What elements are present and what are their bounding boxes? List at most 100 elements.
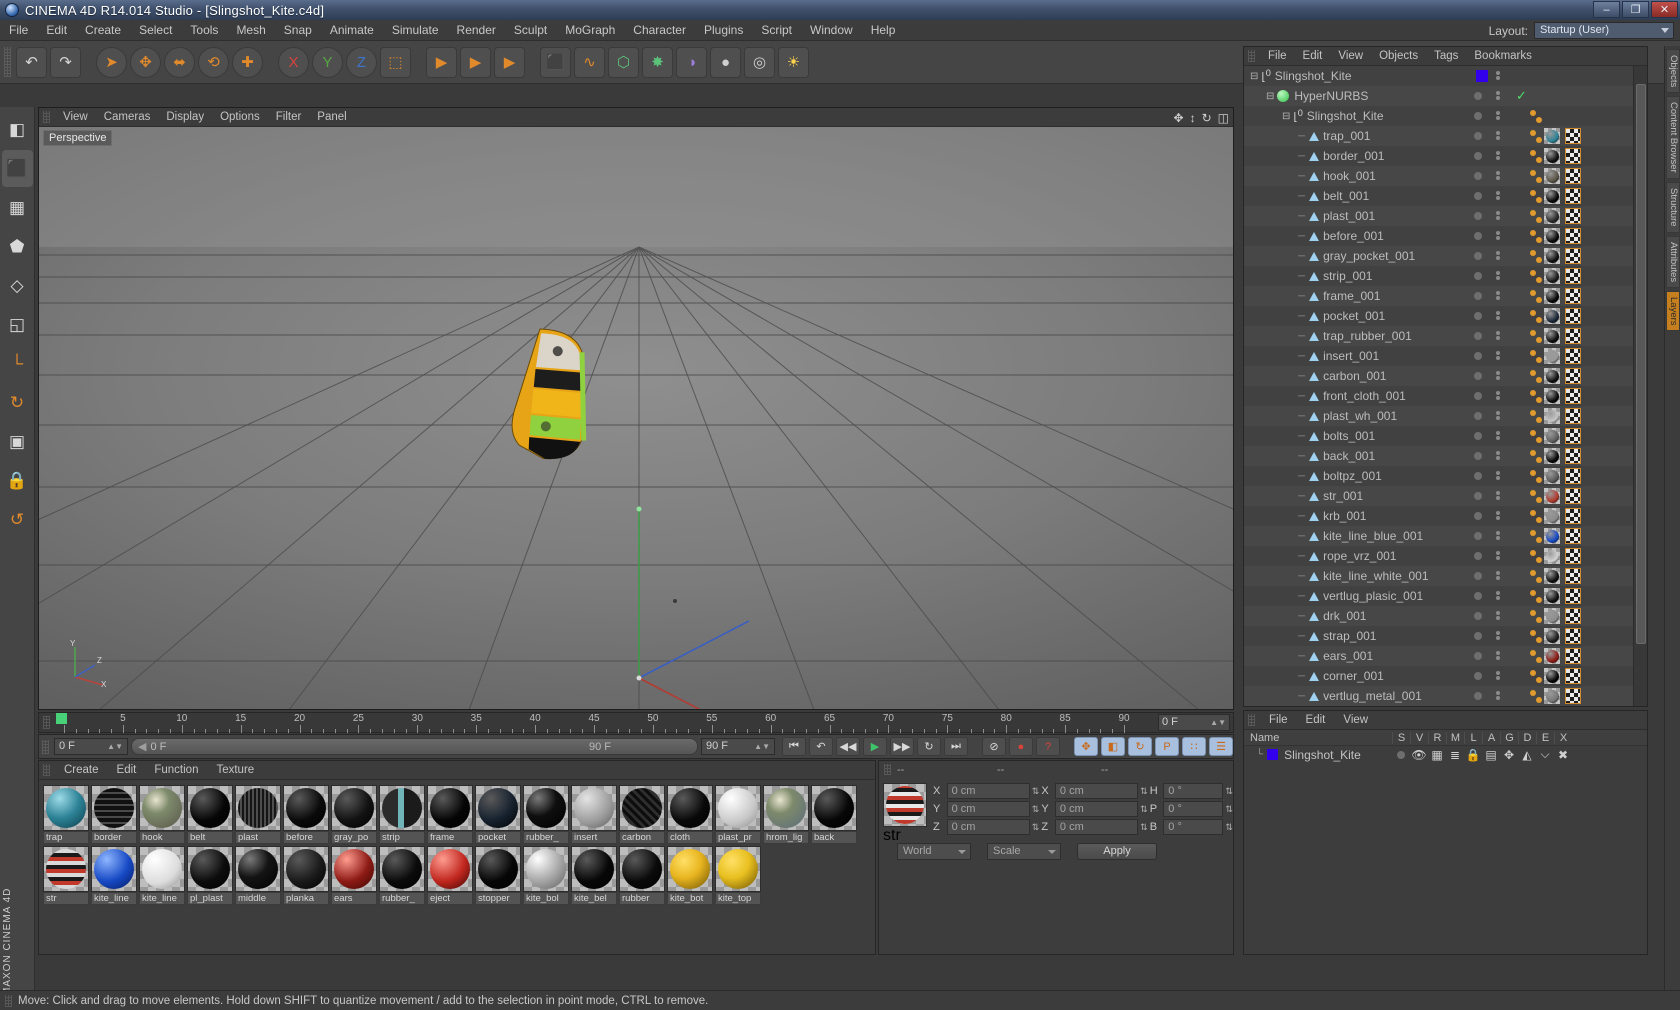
stepper-icon[interactable]: ⇅ <box>1225 786 1233 797</box>
material-swatch[interactable] <box>667 785 713 831</box>
stepper-icon[interactable]: ▲▼ <box>1210 715 1226 730</box>
render-visibility-dot[interactable] <box>1496 191 1500 195</box>
expand-toggle[interactable]: ⊟ <box>1266 91 1274 102</box>
render-visibility-dot[interactable] <box>1496 551 1500 555</box>
render-visibility-dot[interactable] <box>1496 571 1500 575</box>
texture-tag[interactable] <box>1565 528 1581 544</box>
object-menu-view[interactable]: View <box>1330 50 1371 62</box>
object-row[interactable]: ─ plast_001 <box>1244 206 1633 226</box>
render-visibility-dot[interactable] <box>1496 591 1500 595</box>
material-item[interactable]: middle <box>235 846 281 905</box>
material-swatch[interactable] <box>91 785 137 831</box>
editor-visibility-dot[interactable] <box>1474 632 1482 640</box>
menu-file[interactable]: File <box>0 20 37 41</box>
object-row[interactable]: ─ vertlug_plasic_001 <box>1244 586 1633 606</box>
object-row[interactable]: ⊟ HyperNURBS ✓ <box>1244 86 1633 106</box>
object-row[interactable]: ─ bolts_001 <box>1244 426 1633 446</box>
layout-dropdown[interactable]: Startup (User) <box>1534 22 1674 39</box>
layer-column-e[interactable]: E <box>1536 731 1554 744</box>
timeline-grip[interactable] <box>43 716 50 729</box>
editor-visibility-dot[interactable] <box>1474 452 1482 460</box>
deformer-icon[interactable]: ◭ <box>1518 748 1536 762</box>
material-tag[interactable] <box>1544 488 1560 504</box>
editor-visibility-dot[interactable] <box>1474 272 1482 280</box>
expression-icon[interactable]: ⌵ <box>1536 747 1554 762</box>
stepper-icon[interactable]: ⇅ <box>1140 786 1148 797</box>
material-swatch[interactable] <box>91 846 137 892</box>
object-row[interactable]: ─ ears_001 <box>1244 646 1633 666</box>
material-tag[interactable] <box>1544 268 1560 284</box>
viewport-grip[interactable] <box>43 111 50 123</box>
eye-icon[interactable]: 👁 <box>1410 748 1428 762</box>
material-tag[interactable] <box>1544 448 1560 464</box>
layer-column-d[interactable]: D <box>1518 731 1536 744</box>
object-row[interactable]: ─ drk_001 <box>1244 606 1633 626</box>
editor-visibility-dot[interactable] <box>1474 432 1482 440</box>
render-visibility-dot[interactable] <box>1496 371 1500 375</box>
texture-mode-tool[interactable]: ▦ <box>2 189 33 226</box>
render-visibility-dot[interactable] <box>1496 251 1500 255</box>
object-menu-file[interactable]: File <box>1260 50 1295 62</box>
material-swatch[interactable] <box>523 846 569 892</box>
stepper-icon[interactable]: ⇅ <box>1140 804 1148 815</box>
editor-visibility-dot[interactable] <box>1474 132 1482 140</box>
texture-tag[interactable] <box>1565 168 1581 184</box>
point-level-animation-button[interactable]: ∷ <box>1182 737 1206 756</box>
render-visibility-dot[interactable] <box>1496 331 1500 335</box>
record-active-objects-button[interactable]: ⊘ <box>982 737 1006 756</box>
material-swatch[interactable] <box>331 785 377 831</box>
material-tag[interactable] <box>1544 228 1560 244</box>
close-button[interactable]: ✕ <box>1651 1 1678 18</box>
menu-mograph[interactable]: MoGraph <box>556 20 624 41</box>
texture-tag[interactable] <box>1565 328 1581 344</box>
editor-visibility-dot[interactable] <box>1474 172 1482 180</box>
object-row[interactable]: ─ back_001 <box>1244 446 1633 466</box>
coordinate-mode-select[interactable]: Scale <box>987 842 1061 860</box>
material-tag[interactable] <box>1544 308 1560 324</box>
material-item[interactable]: plast <box>235 785 281 844</box>
render-visibility-dot[interactable] <box>1496 231 1500 235</box>
animation-icon[interactable]: ▤ <box>1482 748 1500 762</box>
stepper-icon[interactable]: ⇅ <box>1225 804 1233 815</box>
material-tag[interactable] <box>1544 148 1560 164</box>
menu-snap[interactable]: Snap <box>275 20 321 41</box>
add-array-button[interactable]: ✸ <box>642 46 673 78</box>
visibility-dots-icon[interactable] <box>1496 71 1500 75</box>
object-row[interactable]: ⊟ ⌊0 Slingshot_Kite <box>1244 66 1633 86</box>
material-item[interactable]: rubber_ <box>379 846 425 905</box>
object-row[interactable]: ─ frame_001 <box>1244 286 1633 306</box>
material-item[interactable]: trap <box>43 785 89 844</box>
material-swatch[interactable] <box>619 785 665 831</box>
material-item[interactable]: rubber <box>619 846 665 905</box>
layer-manager-grip[interactable] <box>1248 714 1255 726</box>
layer-column-v[interactable]: V <box>1410 731 1428 744</box>
rotate-tool[interactable]: ⟲ <box>198 46 229 78</box>
render-visibility-dot[interactable] <box>1496 451 1500 455</box>
material-tag[interactable] <box>1544 548 1560 564</box>
render-visibility-dot[interactable] <box>1496 691 1500 695</box>
material-tag[interactable] <box>1544 248 1560 264</box>
material-swatch[interactable] <box>763 785 809 831</box>
layer-row[interactable]: └ Slingshot_Kite 👁 ▦ ≣ 🔒 ▤ ✥ ◭ ⌵ ✖ <box>1244 746 1647 763</box>
object-row[interactable]: ─ gray_pocket_001 <box>1244 246 1633 266</box>
material-tag[interactable] <box>1544 628 1560 644</box>
texture-tag[interactable] <box>1565 668 1581 684</box>
editor-visibility-dot[interactable] <box>1474 672 1482 680</box>
editor-visibility-dot[interactable] <box>1474 612 1482 620</box>
timeline-playhead[interactable] <box>56 713 67 724</box>
editor-visibility-dot[interactable] <box>1474 292 1482 300</box>
material-swatch[interactable] <box>715 785 761 831</box>
material-tag[interactable] <box>1544 128 1560 144</box>
editor-visibility-dot[interactable] <box>1474 112 1482 120</box>
editor-visibility-dot[interactable] <box>1474 412 1482 420</box>
editor-visibility-dot[interactable] <box>1474 212 1482 220</box>
editor-visibility-dot[interactable] <box>1474 92 1482 100</box>
texture-tag[interactable] <box>1565 408 1581 424</box>
toolbar-grip[interactable] <box>4 47 11 77</box>
texture-tag[interactable] <box>1565 488 1581 504</box>
object-row[interactable]: ─ trap_rubber_001 <box>1244 326 1633 346</box>
object-row[interactable]: ─ strip_001 <box>1244 266 1633 286</box>
object-row[interactable]: ─ pocket_001 <box>1244 306 1633 326</box>
material-swatch[interactable] <box>139 846 185 892</box>
add-deformer-button[interactable]: ◑ <box>676 46 707 78</box>
